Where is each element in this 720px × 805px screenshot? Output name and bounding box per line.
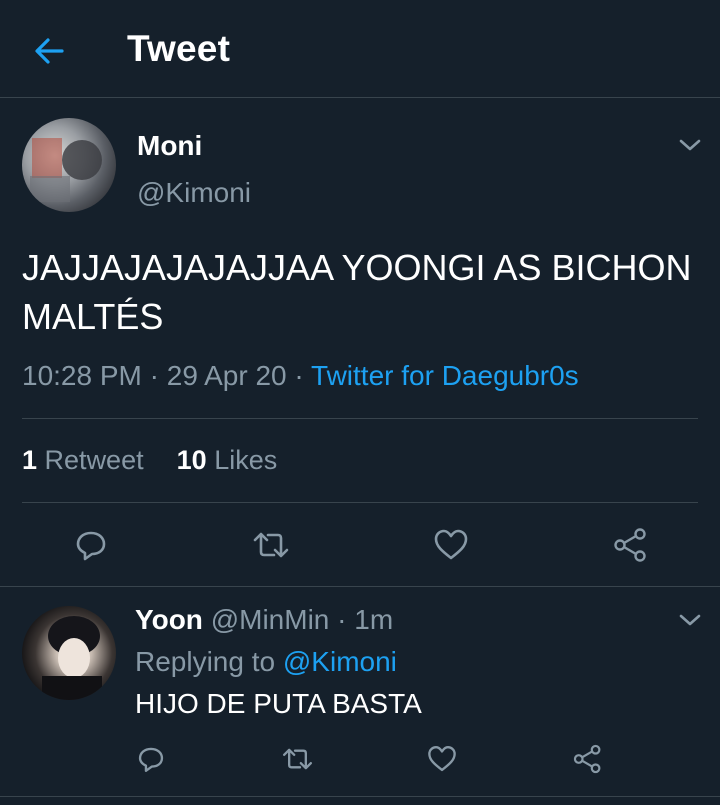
share-button[interactable] xyxy=(612,526,650,564)
replying-to-mention[interactable]: @Kimoni xyxy=(283,646,397,677)
like-button[interactable] xyxy=(432,526,470,564)
share-icon xyxy=(614,528,646,562)
reply-reply-button[interactable] xyxy=(135,743,167,775)
meta-separator: · xyxy=(286,360,312,391)
reply-text: HIJO DE PUTA BASTA xyxy=(135,688,422,719)
replying-to: Replying to @Kimoni xyxy=(135,646,397,678)
reply-icon xyxy=(76,531,106,561)
retweet-button[interactable] xyxy=(250,526,292,564)
divider xyxy=(22,502,698,503)
author-handle[interactable]: @Kimoni xyxy=(137,177,251,209)
author-name[interactable]: Moni xyxy=(137,130,202,162)
meta-separator: · xyxy=(141,360,167,391)
share-icon xyxy=(573,744,601,774)
top-bar: Tweet xyxy=(0,0,720,98)
reply-retweet-button[interactable] xyxy=(280,743,315,775)
back-button[interactable] xyxy=(30,32,70,70)
likes-stat[interactable]: 10 Likes xyxy=(177,445,278,475)
reply-header: Yoon @MinMin · 1m xyxy=(135,604,393,636)
page-title: Tweet xyxy=(127,28,231,69)
tweet-meta: 10:28 PM · 29 Apr 20 · Twitter for Daegu… xyxy=(22,360,579,392)
reply-share-button[interactable] xyxy=(572,743,604,775)
reply-author-handle[interactable]: @MinMin xyxy=(211,604,330,635)
author-avatar[interactable] xyxy=(22,118,116,212)
tweet-text: JAJJAJAJAJAJJAA YOONGI AS BICHON MALTÉS xyxy=(22,247,692,337)
reply-separator: · xyxy=(329,604,355,635)
tweet-date: 29 Apr 20 xyxy=(166,360,287,391)
tweet-options-button[interactable] xyxy=(677,135,703,155)
likes-label: Likes xyxy=(214,445,278,475)
retweet-icon xyxy=(283,748,312,770)
divider xyxy=(0,586,720,587)
arrow-left-icon xyxy=(35,38,64,64)
tweet-time: 10:28 PM xyxy=(22,360,142,391)
chevron-down-icon xyxy=(679,139,701,151)
divider xyxy=(0,796,720,797)
retweets-label: Retweet xyxy=(44,445,144,475)
divider xyxy=(22,418,698,419)
reply-author-avatar[interactable] xyxy=(22,606,116,700)
tweet-stats: 1 Retweet 10 Likes xyxy=(22,445,277,476)
reply-like-button[interactable] xyxy=(426,743,458,775)
reply-icon xyxy=(138,747,164,772)
like-icon xyxy=(428,746,456,772)
reply-time: 1m xyxy=(354,604,394,635)
reply-button[interactable] xyxy=(72,526,110,564)
reply-options-button[interactable] xyxy=(677,610,703,630)
tweet-source-link[interactable]: Twitter for Daegubr0s xyxy=(311,360,579,391)
retweets-stat[interactable]: 1 Retweet xyxy=(22,445,144,475)
chevron-down-icon xyxy=(679,614,701,626)
retweets-count: 1 xyxy=(22,445,38,475)
like-icon xyxy=(434,529,468,560)
replying-to-label: Replying to xyxy=(135,646,276,677)
retweet-icon xyxy=(253,532,289,558)
likes-count: 10 xyxy=(176,445,207,475)
reply-author-name[interactable]: Yoon xyxy=(135,604,203,635)
